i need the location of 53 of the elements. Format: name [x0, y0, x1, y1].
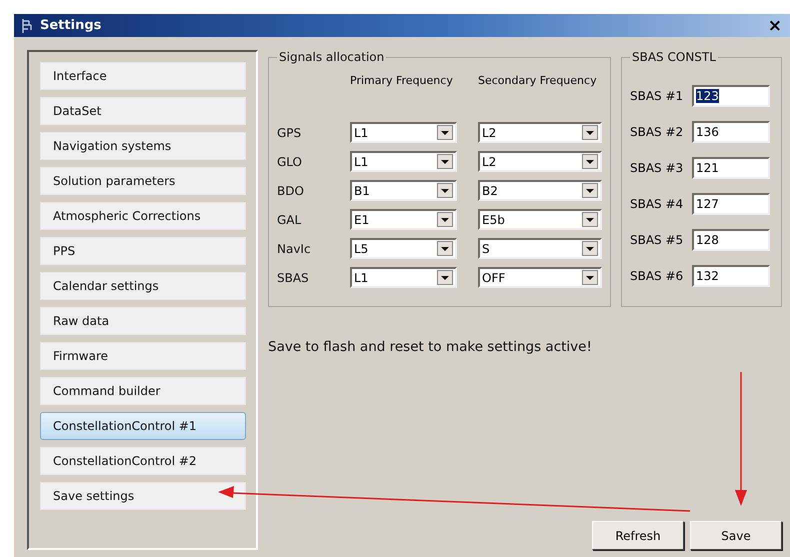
- app-icon: [20, 18, 34, 34]
- frequency-dropdown[interactable]: L2: [478, 151, 602, 172]
- system-label: BDO: [277, 184, 305, 198]
- column-header: Primary Frequency: [350, 74, 454, 88]
- field-label: SBAS #1: [630, 89, 684, 103]
- system-label: SBAS: [277, 270, 310, 284]
- frequency-dropdown[interactable]: L1: [350, 122, 457, 143]
- field-label: SBAS #4: [630, 197, 684, 211]
- sidebar-item[interactable]: Solution parameters: [40, 167, 246, 195]
- sbas-input-field[interactable]: 136: [692, 121, 770, 143]
- sbas-input-field[interactable]: 123: [692, 85, 770, 107]
- sbas-input-field[interactable]: 127: [692, 193, 770, 215]
- group-title: Signals allocation: [278, 50, 386, 64]
- sidebar-item[interactable]: Save settings: [40, 482, 246, 510]
- sidebar-item[interactable]: Raw data: [40, 307, 246, 335]
- sbas-input-field[interactable]: 121: [692, 157, 770, 179]
- field-label: SBAS #3: [630, 161, 684, 175]
- sidebar-item[interactable]: PPS: [40, 237, 246, 265]
- window-title: Settings: [40, 18, 102, 33]
- frequency-dropdown[interactable]: L1: [350, 267, 457, 288]
- frequency-dropdown[interactable]: OFF: [478, 267, 602, 288]
- field-label: SBAS #6: [630, 269, 684, 283]
- field-label: SBAS #2: [630, 125, 684, 139]
- field-label: SBAS #5: [630, 233, 684, 247]
- frequency-dropdown[interactable]: L1: [350, 151, 457, 172]
- column-header: Secondary Frequency: [478, 74, 598, 88]
- system-label: GLO: [277, 154, 304, 168]
- refresh-button[interactable]: Refresh: [592, 521, 684, 550]
- group-title: SBAS CONSTL: [631, 50, 717, 64]
- sidebar-item[interactable]: ConstellationControl #2: [40, 447, 246, 475]
- sidebar-item[interactable]: ConstellationControl #1: [40, 412, 246, 440]
- sidebar-item[interactable]: Command builder: [40, 377, 246, 405]
- frequency-dropdown[interactable]: L2: [478, 122, 602, 143]
- info-message: Save to flash and reset to make settings active!: [268, 339, 593, 355]
- save-button[interactable]: Save: [690, 521, 782, 550]
- frequency-dropdown[interactable]: B2: [478, 180, 602, 201]
- sidebar-item[interactable]: DataSet: [40, 97, 246, 125]
- frequency-dropdown[interactable]: B1: [350, 180, 457, 201]
- system-label: GAL: [277, 212, 302, 226]
- sidebar-item[interactable]: Atmospheric Corrections: [40, 202, 246, 230]
- sbas-input-field[interactable]: 132: [692, 265, 770, 287]
- sidebar-item[interactable]: Navigation systems: [40, 132, 246, 160]
- frequency-dropdown[interactable]: L5: [350, 238, 457, 259]
- sidebar-item[interactable]: Calendar settings: [40, 272, 246, 300]
- frequency-dropdown[interactable]: E5b: [478, 209, 602, 230]
- system-label: GPS: [277, 126, 302, 140]
- sidebar-item[interactable]: Firmware: [40, 342, 246, 370]
- frequency-dropdown[interactable]: S: [478, 238, 602, 259]
- sidebar-item[interactable]: Interface: [40, 62, 246, 90]
- sbas-input-field[interactable]: 128: [692, 229, 770, 251]
- close-button[interactable]: ×: [766, 16, 784, 36]
- frequency-dropdown[interactable]: E1: [350, 209, 457, 230]
- system-label: NavIc: [277, 242, 312, 256]
